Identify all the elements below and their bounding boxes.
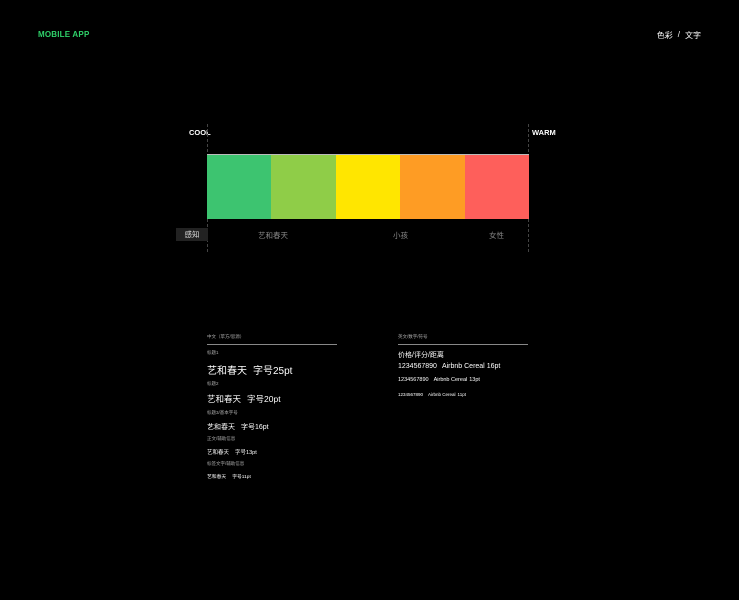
en-size-label: 13pt bbox=[469, 377, 480, 383]
zh-sample-row: 艺和春天 字号13pt bbox=[207, 448, 257, 456]
zh-sample-row: 艺和春天 字号11pt bbox=[207, 473, 251, 480]
zh-sample-row: 艺和春天 字号25pt bbox=[207, 362, 292, 377]
swatch-green bbox=[207, 155, 272, 219]
zh-caption: 标签文字/辅助信息 bbox=[207, 461, 245, 466]
zh-size-label: 字号16pt bbox=[241, 424, 269, 431]
english-typography-column: 英文/数字/符号 价格/评分/距离 1234567890 Airbnb Cere… bbox=[398, 334, 528, 397]
en-sample-11: 1234567890 Airbnb Cereal 11pt bbox=[398, 392, 466, 397]
zh-size-label: 字号25pt bbox=[253, 366, 293, 377]
en-size-label: 11pt bbox=[457, 392, 466, 397]
zh-sample-row: 艺和春天 字号20pt bbox=[207, 393, 281, 405]
chinese-heading: 中文（苹方/思源） bbox=[207, 334, 337, 345]
zh-sample-row: 艺和春天 字号16pt bbox=[207, 422, 269, 432]
swatch-red bbox=[464, 155, 530, 219]
en-font-name: Airbnb Cereal bbox=[441, 363, 485, 370]
perception-label-child: 小孩 bbox=[393, 231, 408, 240]
zh-text: 艺和春天 bbox=[207, 366, 247, 377]
zh-caption: 正文/辅助信息 bbox=[207, 436, 236, 441]
perception-label-spring: 艺和春天 bbox=[258, 231, 288, 240]
zh-sample-body: 正文/辅助信息 艺和春天 字号13pt bbox=[207, 436, 257, 456]
english-subheading: 价格/评分/距离 bbox=[398, 350, 444, 360]
chinese-typography-column: 中文（苹方/思源） 标题1 艺和春天 字号25pt 标题2 艺和春天 字号20p… bbox=[207, 334, 337, 480]
zh-caption: 标题3/基本字号 bbox=[207, 410, 238, 415]
en-font-name: Airbnb Cereal bbox=[428, 392, 456, 397]
zh-sample-tag: 标签文字/辅助信息 艺和春天 字号11pt bbox=[207, 461, 251, 480]
en-digits: 1234567890 bbox=[398, 377, 429, 383]
perception-tag: 感知 bbox=[176, 228, 208, 241]
zh-size-label: 字号20pt bbox=[247, 394, 281, 404]
color-temperature-scale: COOL WARM 感知 艺和春天 小孩 女性 bbox=[0, 0, 739, 260]
zh-text: 艺和春天 bbox=[207, 450, 230, 456]
zh-text: 艺和春天 bbox=[207, 424, 235, 431]
warm-label: WARM bbox=[532, 128, 556, 137]
en-sample-16: 1234567890 Airbnb Cereal 16pt bbox=[398, 363, 500, 370]
zh-caption: 标题1 bbox=[207, 350, 219, 355]
en-size-label: 16pt bbox=[486, 363, 501, 370]
zh-sample-h1: 标题1 艺和春天 字号25pt bbox=[207, 350, 292, 377]
perception-label-female: 女性 bbox=[489, 231, 504, 240]
swatch-orange bbox=[400, 155, 465, 219]
en-sample-13: 1234567890 Airbnb Cereal 13pt bbox=[398, 377, 480, 383]
en-font-name: Airbnb Cereal bbox=[433, 377, 468, 383]
zh-caption: 标题2 bbox=[207, 381, 219, 386]
swatch-yellow bbox=[335, 155, 401, 219]
zh-text: 艺和春天 bbox=[207, 394, 242, 404]
zh-sample-h2: 标题2 艺和春天 字号20pt bbox=[207, 381, 281, 405]
en-digits: 1234567890 bbox=[398, 392, 424, 397]
zh-size-label: 字号13pt bbox=[235, 450, 257, 456]
zh-size-label: 字号11pt bbox=[232, 475, 251, 480]
english-heading: 英文/数字/符号 bbox=[398, 334, 528, 345]
zh-sample-h3: 标题3/基本字号 艺和春天 字号16pt bbox=[207, 410, 269, 432]
en-digits: 1234567890 bbox=[398, 363, 437, 370]
english-subheading-text: 价格/评分/距离 bbox=[398, 352, 444, 359]
zh-text: 艺和春天 bbox=[207, 475, 227, 480]
swatch-row bbox=[207, 155, 530, 219]
swatch-light-green bbox=[271, 155, 336, 219]
